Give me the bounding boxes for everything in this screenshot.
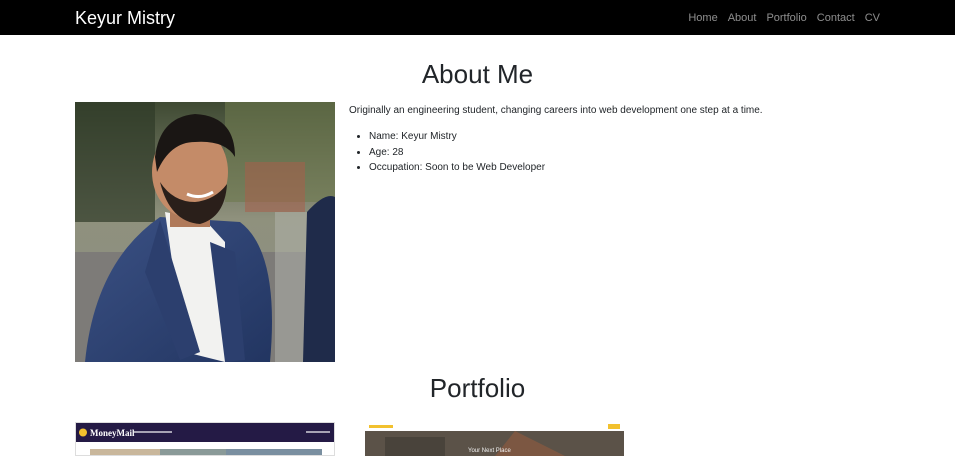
fact-name: Name: Keyur Mistry — [369, 129, 545, 145]
about-heading: About Me — [421, 59, 534, 89]
fact-age: Age: 28 — [369, 145, 545, 161]
about-facts: Name: Keyur Mistry Age: 28 Occupation: S… — [369, 129, 545, 176]
nav-link-home[interactable]: Home — [688, 11, 717, 25]
nav-link-about[interactable]: About — [728, 11, 757, 25]
portfolio-heading: Portfolio — [429, 373, 526, 403]
coin-icon — [79, 428, 87, 437]
nav-link-portfolio[interactable]: Portfolio — [766, 11, 806, 25]
nav-link-cv[interactable]: CV — [865, 11, 880, 25]
brand-link[interactable]: Keyur Mistry — [75, 9, 175, 27]
about-intro: Originally an engineering student, chang… — [349, 105, 763, 116]
project-thumbnail-moneymail[interactable]: MoneyMail — [75, 422, 335, 456]
profile-photo — [75, 102, 335, 362]
nav-link-contact[interactable]: Contact — [817, 11, 855, 25]
fact-occupation: Occupation: Soon to be Web Developer — [369, 160, 545, 176]
nav-links: Home About Portfolio Contact CV — [688, 11, 880, 25]
navbar: Keyur Mistry Home About Portfolio Contac… — [0, 0, 955, 35]
hero-text: Your Next Place — [468, 448, 511, 454]
moneymail-logo: MoneyMail — [90, 428, 135, 438]
project-thumbnail-your-next-place[interactable]: Your Next Place — [365, 422, 624, 456]
